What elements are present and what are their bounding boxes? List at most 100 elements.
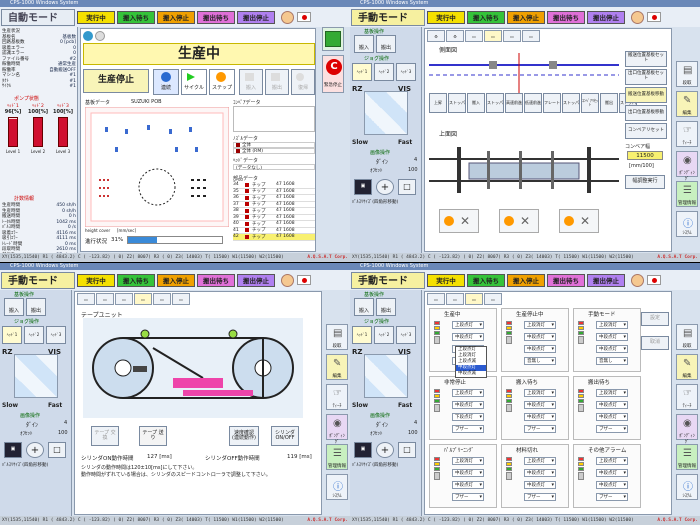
tower-dropdown[interactable]: ブザー xyxy=(524,425,556,433)
width-adjust-button[interactable]: 幅調整実行 xyxy=(625,175,665,189)
conveyor-action-button[interactable]: ストッパ xyxy=(486,93,504,113)
tower-dropdown[interactable]: 中段点灯 xyxy=(524,401,556,409)
conveyor-action-button[interactable]: 上昇 xyxy=(429,93,447,113)
nav-0[interactable]: ▤ 段取 xyxy=(676,61,698,87)
tower-dropdown[interactable]: 上段点灯 xyxy=(452,321,484,329)
head3-button[interactable]: ﾍｯﾄﾞ3 xyxy=(396,326,416,344)
carry-out-button[interactable]: 搬出 xyxy=(376,35,396,53)
nav-1[interactable]: ✎ 編集 xyxy=(326,354,348,380)
nav-4[interactable]: ☰ 管理情報 xyxy=(676,444,698,470)
tower-dropdown[interactable]: 中段点灯 xyxy=(452,481,484,489)
tab-5[interactable]: ▭ xyxy=(153,293,171,305)
nav-0[interactable]: ▤ 段取 xyxy=(326,324,348,350)
rect-select-icon[interactable]: ▣ xyxy=(354,442,372,458)
head3-button[interactable]: ﾍｯﾄﾞ3 xyxy=(396,63,416,81)
carry-out-button[interactable]: 搬出 xyxy=(26,298,46,316)
tab-2[interactable]: ▭ xyxy=(96,293,114,305)
conveyor-action-button[interactable]: フレート xyxy=(543,93,561,113)
tower-dropdown[interactable]: 中段点灯 xyxy=(524,333,556,341)
nav-2[interactable]: ☞ ﾃｨｰﾁ xyxy=(676,121,698,147)
head2-button[interactable]: ﾍｯﾄﾞ2 xyxy=(374,63,394,81)
dropdown-option[interactable]: 中段点滅 xyxy=(456,371,486,377)
conveyor-action-button[interactable]: 搬出 xyxy=(600,93,618,113)
nav-3[interactable]: ◉ ﾎﾟﾝﾃﾞｨﾝｸﾞ xyxy=(326,414,348,445)
language-flag-icon[interactable] xyxy=(647,12,661,22)
operator-icon[interactable] xyxy=(631,10,644,24)
dropdown-list[interactable]: 上段点灯 上段消灯 上段点滅 中段点灯 中段点滅 xyxy=(455,346,487,378)
tower-dropdown[interactable]: 中段点灯 xyxy=(524,481,556,489)
tower-dropdown[interactable]: 中段点灯 xyxy=(452,401,484,409)
tower-dropdown[interactable]: 上段消灯 xyxy=(524,321,556,329)
tower-dropdown[interactable]: 上段消灯 xyxy=(596,321,628,329)
tower-dropdown[interactable]: ブザー xyxy=(596,493,628,501)
operator-icon[interactable] xyxy=(281,10,294,24)
head1-button[interactable]: ﾍｯﾄﾞ1 xyxy=(352,63,372,81)
tape-change-button[interactable]: テープ 交換 xyxy=(91,426,119,446)
conveyor-action-button[interactable]: ストッパ xyxy=(448,93,466,113)
nav-4[interactable]: ☰ 管理情報 xyxy=(676,181,698,207)
tower-dropdown[interactable]: 中段点灯 xyxy=(524,469,556,477)
language-flag-icon[interactable] xyxy=(647,275,661,285)
tab-6[interactable]: ▭ xyxy=(522,30,540,42)
stopper-indicator[interactable]: ✕ xyxy=(499,209,539,233)
nav-5[interactable]: ⓘ ｼｽﾃﾑ xyxy=(326,474,348,500)
zoom-in-button[interactable]: + xyxy=(376,179,394,195)
jog-pad[interactable] xyxy=(364,354,408,398)
camera-icon[interactable] xyxy=(83,31,93,41)
square-button[interactable]: □ xyxy=(398,442,416,458)
tape-feed-button[interactable]: テープ 送り xyxy=(139,426,167,446)
conveyor-width-value[interactable]: 11500 xyxy=(627,151,663,160)
tower-dropdown[interactable]: 上段消灯 xyxy=(524,389,556,397)
tab-3[interactable]: ▭ xyxy=(115,293,133,305)
tower-dropdown[interactable]: 上段点灯 xyxy=(452,389,484,397)
tower-dropdown[interactable]: ブザー xyxy=(524,493,556,501)
tab-1[interactable]: ▭ xyxy=(77,293,95,305)
nav-1[interactable]: ✎ 編集 xyxy=(676,354,698,380)
tower-dropdown[interactable]: 中段点灯 xyxy=(596,401,628,409)
tab-6[interactable]: ▭ xyxy=(172,293,190,305)
cylinder-toggle-button[interactable]: シリンダ ON/OFF xyxy=(271,426,299,446)
stopper-indicator[interactable]: ✕ xyxy=(559,209,599,233)
carry-in-button[interactable]: 搬入 xyxy=(4,298,24,316)
head2-button[interactable]: ﾍｯﾄﾞ2 xyxy=(24,326,44,344)
language-flag-icon[interactable] xyxy=(297,275,311,285)
head1-button[interactable]: ﾍｯﾄﾞ1 xyxy=(352,326,372,344)
nav-3[interactable]: ◉ ﾎﾟﾝﾃﾞｨﾝｸﾞ xyxy=(676,414,698,445)
stop-production-button[interactable]: 生産停止 xyxy=(83,69,149,93)
jog-pad[interactable] xyxy=(14,354,58,398)
nav-5[interactable]: ⓘ ｼｽﾃﾑ xyxy=(676,474,698,500)
conveyor-side-button[interactable]: 搬送位置基板移動 xyxy=(625,87,667,103)
tab-4[interactable]: ▭ xyxy=(484,293,502,305)
tower-dropdown[interactable]: 中段点灯 xyxy=(524,345,556,353)
set-button[interactable]: 設定 xyxy=(641,312,669,326)
conveyor-side-button[interactable]: 出口位置基板移動 xyxy=(625,105,667,121)
nav-2[interactable]: ☞ ﾃｨｰﾁ xyxy=(676,384,698,410)
rect-select-icon[interactable]: ▣ xyxy=(4,442,22,458)
language-flag-icon[interactable] xyxy=(297,12,311,22)
tab-1[interactable]: ⚙ xyxy=(427,30,445,42)
tower-dropdown[interactable]: 中段点灯 xyxy=(596,345,628,353)
nav-4[interactable]: ☰ 管理情報 xyxy=(326,444,348,470)
tab-2[interactable]: ▭ xyxy=(446,293,464,305)
tab-conveyor[interactable]: ▭ xyxy=(484,30,502,42)
parts-row[interactable]: 42 チップ 47 1608 xyxy=(233,234,315,241)
conveyor-side-button[interactable]: 出口位置基板セット xyxy=(625,69,667,85)
head2-button[interactable]: ﾍｯﾄﾞ2 xyxy=(374,326,394,344)
speed-check-button[interactable]: 速度確認 (連続動作) xyxy=(229,426,259,446)
tower-dropdown[interactable]: 中段点灯 xyxy=(452,333,484,341)
tower-dropdown[interactable]: 上段消灯 xyxy=(452,457,484,465)
conveyor-action-button[interactable]: 低速前進 xyxy=(524,93,542,113)
rect-select-icon[interactable]: ▣ xyxy=(354,179,372,195)
conveyor-side-button[interactable]: コンベアリセット xyxy=(625,123,667,139)
tower-dropdown[interactable]: 中段点灯 xyxy=(524,413,556,421)
tower-dropdown[interactable]: 上段点灯 xyxy=(596,457,628,465)
conveyor-side-button[interactable]: 搬送位置基板セット xyxy=(625,51,667,67)
cancel-button[interactable]: 取消 xyxy=(641,336,669,350)
conveyor-action-button[interactable]: ストッパ xyxy=(562,93,580,113)
carry-in-button[interactable]: 搬入 xyxy=(354,35,374,53)
carry-out-button[interactable]: 搬出 xyxy=(376,298,396,316)
tower-dropdown[interactable]: 中段点灯 xyxy=(596,481,628,489)
tower-dropdown[interactable]: 上段点灯 xyxy=(524,457,556,465)
conveyor-action-button[interactable]: ｺﾝﾍﾞｱﾘｾｯﾄ xyxy=(581,93,599,113)
tab-tower[interactable]: ▭ xyxy=(465,293,483,305)
